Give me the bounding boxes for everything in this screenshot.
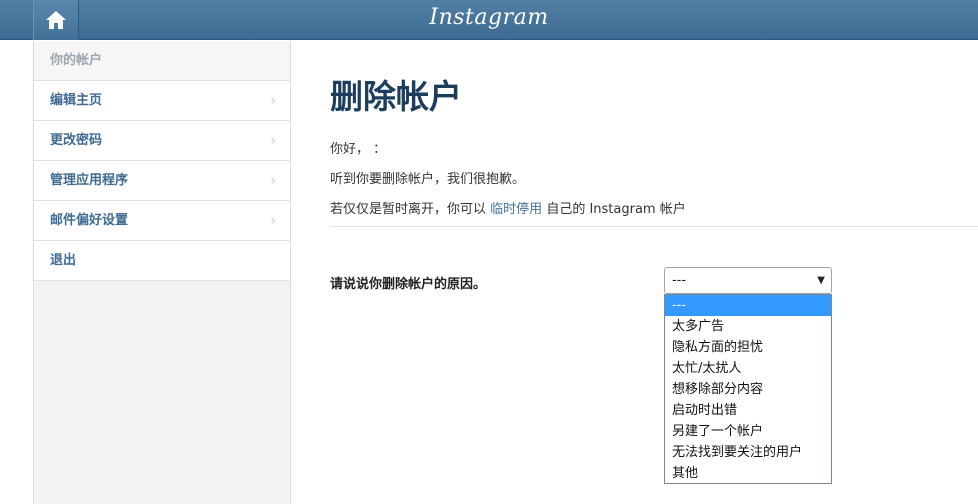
chevron-right-icon: ›: [270, 93, 276, 109]
dropdown-option[interactable]: 隐私方面的担忧: [665, 337, 831, 358]
dropdown-option[interactable]: 太多广告: [665, 316, 831, 337]
sorry-text: 听到你要删除帐户，我们很抱歉。: [330, 172, 526, 187]
chevron-right-icon: ›: [270, 133, 276, 149]
top-header: Instagram: [0, 0, 978, 40]
sidebar: 你的帐户 编辑主页 › 更改密码 › 管理应用程序 › 邮件偏好设置 › 退出: [33, 41, 291, 281]
sidebar-item-edit-profile[interactable]: 编辑主页 ›: [33, 81, 291, 121]
greeting-text: 你好， ：: [330, 142, 387, 157]
sidebar-item-label: 你的帐户: [50, 53, 103, 68]
dropdown-option[interactable]: 无法找到要关注的用户: [665, 442, 831, 463]
sidebar-item-label: 邮件偏好设置: [50, 213, 129, 228]
dropdown-option[interactable]: 另建了一个帐户: [665, 421, 831, 442]
chevron-right-icon: ›: [270, 173, 276, 189]
dropdown-option[interactable]: 启动时出错: [665, 400, 831, 421]
sidebar-item-label: 退出: [50, 253, 77, 268]
dropdown-option[interactable]: 其他: [665, 463, 831, 484]
temporary-disable-text: 若仅仅是暂时离开，你可以 临时停用 自己的 Instagram 帐户: [330, 198, 686, 217]
sidebar-item-label: 更改密码: [50, 133, 103, 148]
sidebar-item-your-account: 你的帐户: [33, 41, 291, 81]
sidebar-item-email-preferences[interactable]: 邮件偏好设置 ›: [33, 201, 291, 241]
dropdown-option[interactable]: 太忙/太扰人: [665, 358, 831, 379]
divider: [330, 226, 978, 227]
temporary-disable-suffix: 自己的 Instagram 帐户: [546, 202, 686, 217]
sidebar-item-change-password[interactable]: 更改密码 ›: [33, 121, 291, 161]
dropdown-option[interactable]: 想移除部分内容: [665, 379, 831, 400]
home-icon: [46, 11, 66, 29]
sidebar-item-label: 管理应用程序: [50, 173, 129, 188]
temporary-disable-prefix: 若仅仅是暂时离开，你可以: [330, 202, 487, 217]
home-button[interactable]: [33, 0, 79, 40]
reason-select-value: ---: [672, 273, 687, 288]
sidebar-item-manage-apps[interactable]: 管理应用程序 ›: [33, 161, 291, 201]
reason-select[interactable]: --- ▼: [664, 267, 832, 294]
page-title: 删除帐户: [330, 77, 462, 116]
chevron-right-icon: ›: [270, 213, 276, 229]
reason-dropdown-list: --- 太多广告 隐私方面的担忧 太忙/太扰人 想移除部分内容 启动时出错 另建…: [664, 294, 832, 484]
instagram-logo: Instagram: [429, 5, 549, 30]
dropdown-arrow-icon: ▼: [817, 275, 825, 286]
sidebar-item-logout[interactable]: 退出: [33, 241, 291, 281]
sidebar-item-label: 编辑主页: [50, 93, 103, 108]
temporary-disable-link[interactable]: 临时停用: [490, 202, 542, 217]
reason-label: 请说说你删除帐户的原因。: [330, 277, 487, 292]
dropdown-option[interactable]: ---: [665, 295, 831, 316]
